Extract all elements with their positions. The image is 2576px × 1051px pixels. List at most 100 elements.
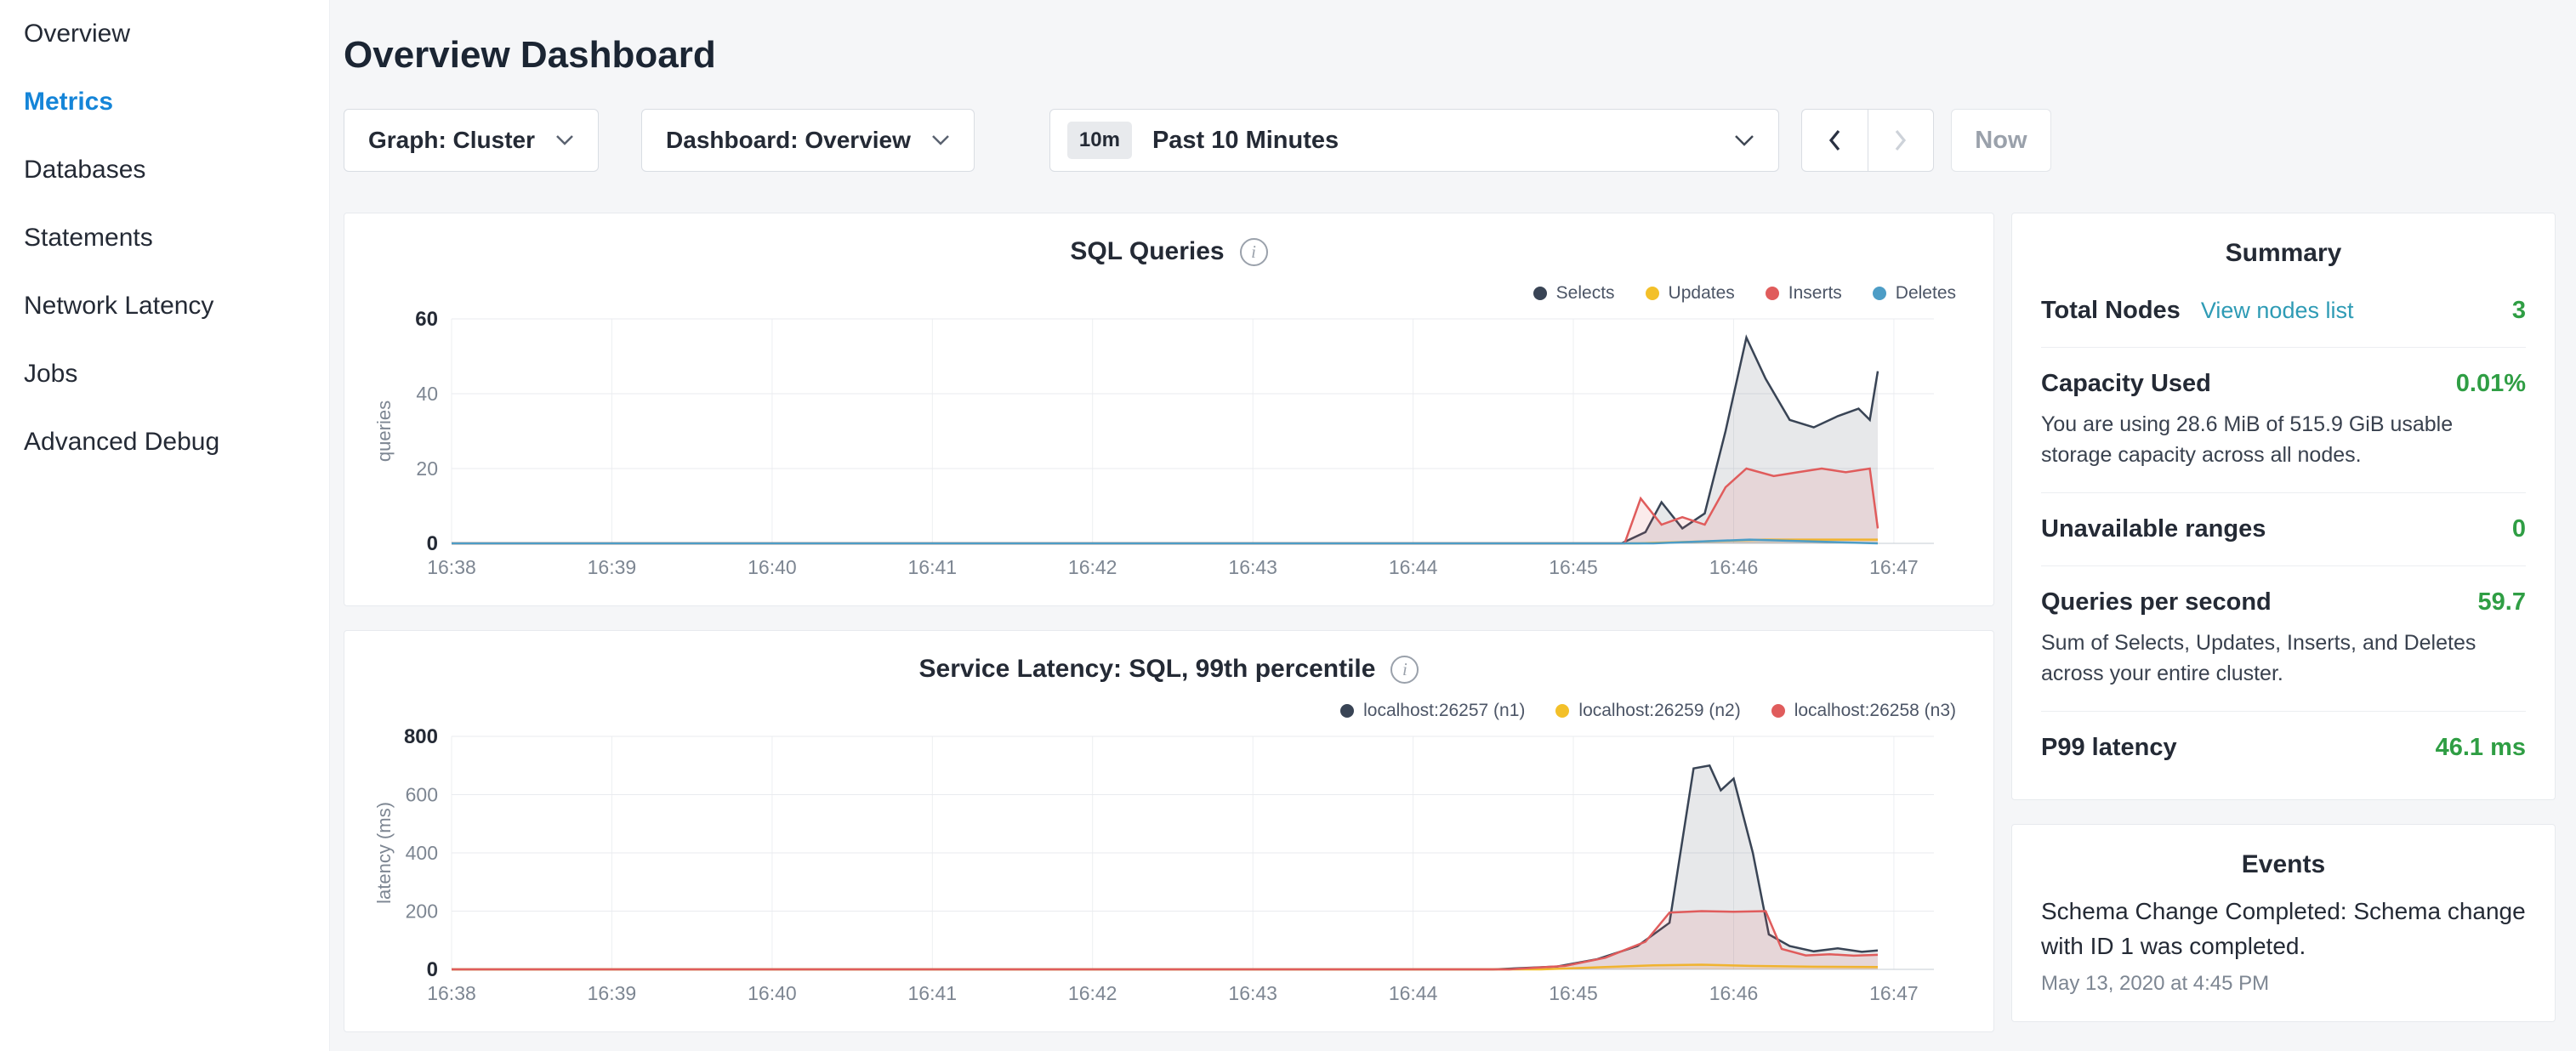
chart-legend: Selects Updates Inserts Deletes bbox=[370, 283, 1956, 304]
svg-text:16:42: 16:42 bbox=[1068, 556, 1117, 578]
legend-dot-icon bbox=[1771, 704, 1785, 718]
svg-text:16:40: 16:40 bbox=[748, 982, 797, 1004]
event-item[interactable]: Schema Change Completed: Schema change w… bbox=[2041, 895, 2526, 996]
legend-label: Inserts bbox=[1788, 283, 1842, 304]
summary-label: Unavailable ranges bbox=[2041, 515, 2266, 543]
svg-text:16:41: 16:41 bbox=[908, 556, 958, 578]
now-button[interactable]: Now bbox=[1951, 109, 2051, 172]
svg-text:16:39: 16:39 bbox=[588, 556, 637, 578]
chart-title: SQL Queries bbox=[1070, 237, 1224, 266]
legend-dot-icon bbox=[1555, 704, 1569, 718]
svg-text:20: 20 bbox=[416, 457, 438, 480]
summary-label: Total Nodes bbox=[2041, 297, 2181, 324]
service-latency-chart-panel: Service Latency: SQL, 99th percentile i … bbox=[344, 630, 1994, 1032]
dashboard-body: SQL Queries i Selects Updates Inserts Delet… bbox=[344, 213, 2556, 1051]
summary-description: Sum of Selects, Updates, Inserts, and De… bbox=[2041, 628, 2526, 689]
chart-title: Service Latency: SQL, 99th percentile bbox=[919, 655, 1376, 684]
svg-text:800: 800 bbox=[404, 725, 438, 748]
time-step-buttons bbox=[1801, 109, 1934, 172]
info-icon[interactable]: i bbox=[1240, 238, 1268, 266]
sidebar-item-advanced-debug[interactable]: Advanced Debug bbox=[0, 408, 329, 476]
sql-queries-chart-panel: SQL Queries i Selects Updates Inserts Delet… bbox=[344, 213, 1994, 606]
chart-canvas: 16:3816:3916:4016:4116:4216:4316:4416:45… bbox=[370, 724, 1968, 1014]
svg-text:16:41: 16:41 bbox=[908, 982, 958, 1004]
svg-text:16:43: 16:43 bbox=[1228, 556, 1277, 578]
summary-row-total-nodes: Total Nodes View nodes list 3 bbox=[2041, 275, 2526, 348]
summary-label: Capacity Used bbox=[2041, 370, 2211, 398]
legend-label: Selects bbox=[1556, 283, 1615, 304]
main-content: Overview Dashboard Graph: Cluster Dashbo… bbox=[330, 0, 2576, 1051]
view-nodes-link[interactable]: View nodes list bbox=[2201, 298, 2354, 323]
svg-text:16:44: 16:44 bbox=[1389, 556, 1438, 578]
summary-description: You are using 28.6 MiB of 515.9 GiB usab… bbox=[2041, 410, 2526, 470]
sidebar-item-statements[interactable]: Statements bbox=[0, 204, 329, 272]
sidebar-item-metrics[interactable]: Metrics bbox=[0, 68, 329, 136]
svg-text:16:39: 16:39 bbox=[588, 982, 637, 1004]
sidebar-item-overview[interactable]: Overview bbox=[0, 0, 329, 68]
chart-plot-area[interactable]: 16:3816:3916:4016:4116:4216:4316:4416:45… bbox=[370, 724, 1968, 1018]
sidebar-item-jobs[interactable]: Jobs bbox=[0, 340, 329, 408]
legend-label: localhost:26259 (n2) bbox=[1578, 701, 1740, 721]
svg-text:16:42: 16:42 bbox=[1068, 982, 1117, 1004]
summary-row-p99-latency: P99 latency 46.1 ms bbox=[2041, 712, 2526, 774]
time-window-badge: 10m bbox=[1067, 122, 1132, 159]
legend-dot-icon bbox=[1646, 287, 1659, 300]
legend-label: localhost:26257 (n1) bbox=[1363, 701, 1525, 721]
summary-label: P99 latency bbox=[2041, 734, 2177, 762]
sidebar: Overview Metrics Databases Statements Ne… bbox=[0, 0, 330, 1051]
summary-value: 0 bbox=[2512, 515, 2526, 543]
legend-dot-icon bbox=[1533, 287, 1547, 300]
summary-row-unavailable-ranges: Unavailable ranges 0 bbox=[2041, 493, 2526, 566]
svg-text:latency (ms): latency (ms) bbox=[373, 802, 395, 904]
event-text: Schema Change Completed: Schema change w… bbox=[2041, 895, 2526, 963]
graph-scope-dropdown[interactable]: Graph: Cluster bbox=[344, 109, 599, 172]
chevron-right-icon bbox=[1894, 129, 1907, 151]
summary-row-capacity-used: Capacity Used 0.01% You are using 28.6 M… bbox=[2041, 348, 2526, 493]
svg-text:queries: queries bbox=[373, 401, 395, 462]
dashboard-label: Dashboard: Overview bbox=[666, 127, 911, 154]
svg-text:200: 200 bbox=[406, 900, 438, 923]
legend-label: Updates bbox=[1669, 283, 1735, 304]
legend-label: Deletes bbox=[1896, 283, 1956, 304]
chevron-left-icon bbox=[1828, 129, 1841, 151]
legend-item[interactable]: localhost:26259 (n2) bbox=[1555, 701, 1740, 721]
legend-item[interactable]: Selects bbox=[1533, 283, 1615, 304]
summary-title: Summary bbox=[2041, 239, 2526, 268]
svg-text:16:40: 16:40 bbox=[748, 556, 797, 578]
chevron-down-icon bbox=[555, 134, 574, 146]
svg-text:600: 600 bbox=[406, 784, 438, 806]
summary-value: 46.1 ms bbox=[2436, 734, 2526, 762]
chart-plot-area[interactable]: 16:3816:3916:4016:4116:4216:4316:4416:45… bbox=[370, 307, 1968, 592]
summary-value: 0.01% bbox=[2456, 370, 2526, 398]
time-controls: 10m Past 10 Minutes Now bbox=[1049, 109, 2051, 172]
page-title: Overview Dashboard bbox=[344, 34, 2556, 77]
legend-item[interactable]: localhost:26257 (n1) bbox=[1340, 701, 1525, 721]
chevron-down-icon bbox=[931, 134, 950, 146]
svg-text:16:46: 16:46 bbox=[1709, 556, 1759, 578]
event-timestamp: May 13, 2020 at 4:45 PM bbox=[2041, 972, 2526, 996]
events-panel: Events Schema Change Completed: Schema c… bbox=[2011, 824, 2556, 1022]
time-back-button[interactable] bbox=[1801, 109, 1868, 172]
summary-label: Queries per second bbox=[2041, 588, 2272, 616]
legend-item[interactable]: Updates bbox=[1646, 283, 1735, 304]
graph-scope-label: Graph: Cluster bbox=[368, 127, 535, 154]
info-icon[interactable]: i bbox=[1390, 656, 1419, 684]
sidebar-item-databases[interactable]: Databases bbox=[0, 136, 329, 204]
charts-column: SQL Queries i Selects Updates Inserts Delet… bbox=[344, 213, 1994, 1051]
time-forward-button[interactable] bbox=[1868, 109, 1934, 172]
svg-text:60: 60 bbox=[415, 308, 438, 331]
summary-value: 59.7 bbox=[2478, 588, 2526, 616]
summary-panel: Summary Total Nodes View nodes list 3 Ca… bbox=[2011, 213, 2556, 800]
time-window-dropdown[interactable]: 10m Past 10 Minutes bbox=[1049, 109, 1779, 172]
svg-text:16:47: 16:47 bbox=[1869, 556, 1919, 578]
chevron-down-icon bbox=[1734, 134, 1754, 147]
sidebar-item-network-latency[interactable]: Network Latency bbox=[0, 272, 329, 340]
events-title: Events bbox=[2041, 850, 2526, 879]
legend-item[interactable]: Inserts bbox=[1766, 283, 1842, 304]
svg-text:16:38: 16:38 bbox=[427, 556, 476, 578]
dashboard-dropdown[interactable]: Dashboard: Overview bbox=[641, 109, 975, 172]
legend-item[interactable]: Deletes bbox=[1873, 283, 1956, 304]
summary-value: 3 bbox=[2512, 297, 2526, 325]
svg-text:400: 400 bbox=[406, 842, 438, 864]
legend-item[interactable]: localhost:26258 (n3) bbox=[1771, 701, 1956, 721]
